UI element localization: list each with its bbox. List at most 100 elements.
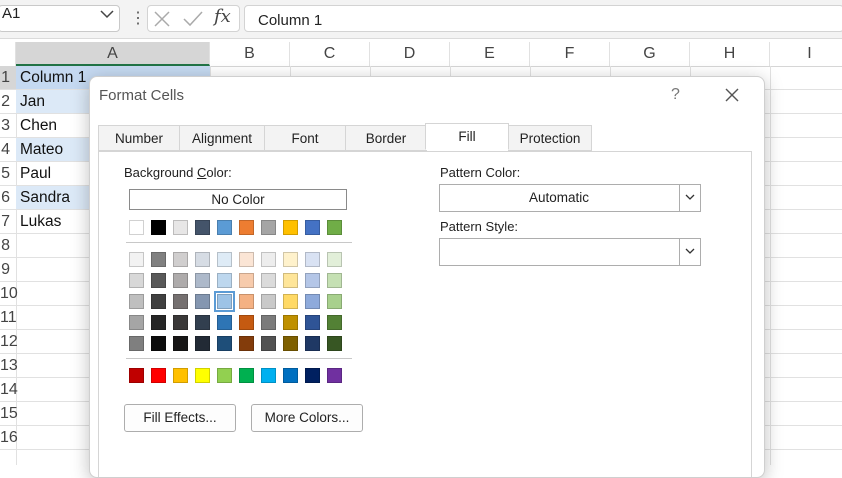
standard-color-swatch[interactable] — [217, 368, 232, 383]
shade-color-swatch[interactable] — [327, 336, 342, 351]
shade-color-swatch[interactable] — [327, 315, 342, 330]
shade-color-swatch[interactable] — [151, 273, 166, 288]
row-header[interactable]: 16 — [0, 426, 18, 450]
shade-color-swatch[interactable] — [129, 315, 144, 330]
shade-color-swatch[interactable] — [261, 336, 276, 351]
standard-color-swatch[interactable] — [129, 368, 144, 383]
row-header[interactable]: 7 — [0, 210, 16, 234]
row-header[interactable]: 2 — [0, 90, 16, 114]
column-header-i[interactable]: I — [770, 42, 842, 66]
shade-color-swatch[interactable] — [305, 252, 320, 267]
tab-protection[interactable]: Protection — [508, 125, 592, 151]
row-header[interactable]: 13 — [0, 354, 18, 378]
tab-border[interactable]: Border — [345, 125, 427, 151]
shade-color-swatch[interactable] — [173, 294, 188, 309]
standard-color-swatch[interactable] — [305, 368, 320, 383]
shade-color-swatch[interactable] — [327, 252, 342, 267]
shade-color-swatch[interactable] — [195, 336, 210, 351]
shade-color-swatch[interactable] — [217, 273, 232, 288]
cancel-icon[interactable] — [153, 10, 171, 28]
formula-input[interactable]: Column 1 — [244, 5, 842, 32]
theme-color-swatch[interactable] — [217, 220, 232, 235]
row-header[interactable]: 1 — [0, 66, 16, 90]
shade-color-swatch[interactable] — [195, 294, 210, 309]
standard-color-swatch[interactable] — [173, 368, 188, 383]
shade-color-swatch[interactable] — [283, 336, 298, 351]
shade-color-swatch[interactable] — [305, 294, 320, 309]
shade-color-swatch[interactable] — [239, 273, 254, 288]
tab-fill[interactable]: Fill — [425, 123, 509, 150]
shade-color-swatch[interactable] — [327, 273, 342, 288]
theme-color-swatch[interactable] — [261, 220, 276, 235]
standard-color-swatch[interactable] — [261, 368, 276, 383]
shade-color-swatch[interactable] — [239, 336, 254, 351]
more-options-icon[interactable]: ⋮ — [130, 8, 146, 28]
shade-color-swatch[interactable] — [283, 294, 298, 309]
more-colors-button[interactable]: More Colors... — [251, 404, 363, 432]
shade-color-swatch[interactable] — [239, 315, 254, 330]
shade-color-swatch[interactable] — [217, 252, 232, 267]
shade-color-swatch[interactable] — [305, 336, 320, 351]
shade-color-swatch[interactable] — [195, 315, 210, 330]
theme-color-swatch[interactable] — [327, 220, 342, 235]
standard-color-swatch[interactable] — [327, 368, 342, 383]
shade-color-swatch[interactable] — [129, 294, 144, 309]
shade-color-swatch[interactable] — [327, 294, 342, 309]
shade-color-swatch[interactable] — [151, 315, 166, 330]
shade-color-swatch[interactable] — [283, 315, 298, 330]
column-header-a[interactable]: A — [16, 42, 210, 66]
standard-color-swatch[interactable] — [195, 368, 210, 383]
column-header-d[interactable]: D — [370, 42, 450, 66]
row-header[interactable]: 14 — [0, 378, 18, 402]
row-header[interactable]: 10 — [0, 282, 18, 306]
column-header-h[interactable]: H — [690, 42, 770, 66]
theme-color-swatch[interactable] — [151, 220, 166, 235]
shade-color-swatch[interactable] — [151, 252, 166, 267]
row-header[interactable]: 5 — [0, 162, 16, 186]
close-icon[interactable] — [725, 88, 739, 102]
shade-color-swatch[interactable] — [261, 252, 276, 267]
no-color-button[interactable]: No Color — [129, 189, 347, 210]
shade-color-swatch[interactable] — [129, 273, 144, 288]
theme-color-swatch[interactable] — [173, 220, 188, 235]
shade-color-swatch[interactable] — [261, 273, 276, 288]
theme-color-swatch[interactable] — [129, 220, 144, 235]
theme-color-swatch[interactable] — [195, 220, 210, 235]
column-header-f[interactable]: F — [530, 42, 610, 66]
shade-color-swatch[interactable] — [173, 252, 188, 267]
column-header-g[interactable]: G — [610, 42, 690, 66]
row-header[interactable]: 12 — [0, 330, 18, 354]
tab-font[interactable]: Font — [264, 125, 346, 151]
row-header[interactable]: 15 — [0, 402, 18, 426]
pattern-color-dropdown[interactable]: Automatic — [439, 184, 701, 212]
shade-color-swatch[interactable] — [261, 294, 276, 309]
standard-color-swatch[interactable] — [283, 368, 298, 383]
shade-color-swatch[interactable] — [305, 273, 320, 288]
shade-color-swatch[interactable] — [151, 294, 166, 309]
tab-alignment[interactable]: Alignment — [179, 125, 265, 151]
shade-color-swatch[interactable] — [214, 291, 235, 312]
shade-color-swatch[interactable] — [173, 315, 188, 330]
shade-color-swatch[interactable] — [173, 336, 188, 351]
column-header-e[interactable]: E — [450, 42, 530, 66]
row-header[interactable]: 8 — [0, 234, 16, 258]
shade-color-swatch[interactable] — [173, 273, 188, 288]
select-all-corner[interactable] — [0, 42, 16, 66]
help-icon[interactable]: ? — [671, 86, 680, 104]
tab-number[interactable]: Number — [98, 125, 180, 151]
shade-color-swatch[interactable] — [129, 336, 144, 351]
shade-color-swatch[interactable] — [217, 336, 232, 351]
row-header[interactable]: 3 — [0, 114, 16, 138]
shade-color-swatch[interactable] — [261, 315, 276, 330]
shade-color-swatch[interactable] — [239, 252, 254, 267]
standard-color-swatch[interactable] — [239, 368, 254, 383]
row-header[interactable]: 4 — [0, 138, 16, 162]
dropdown-arrow[interactable] — [679, 239, 700, 265]
shade-color-swatch[interactable] — [217, 315, 232, 330]
fill-effects-button[interactable]: Fill Effects... — [124, 404, 236, 432]
theme-color-swatch[interactable] — [239, 220, 254, 235]
shade-color-swatch[interactable] — [195, 273, 210, 288]
column-header-b[interactable]: B — [210, 42, 290, 66]
column-header-c[interactable]: C — [290, 42, 370, 66]
theme-color-swatch[interactable] — [283, 220, 298, 235]
